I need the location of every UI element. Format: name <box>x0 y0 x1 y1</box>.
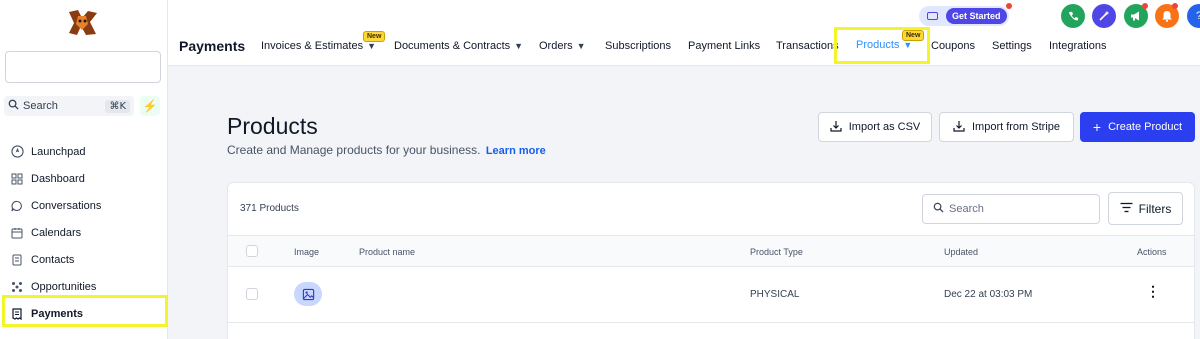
tab-settings[interactable]: Settings <box>992 40 1032 52</box>
select-all-checkbox[interactable] <box>246 245 258 257</box>
sidebar-item-launchpad[interactable]: Launchpad <box>0 138 168 165</box>
table-header: Image Product name Product Type Updated … <box>228 235 1194 267</box>
column-header-updated[interactable]: Updated <box>944 247 978 257</box>
page-title: Payments <box>179 38 246 54</box>
tab-payment-links[interactable]: Payment Links <box>688 40 760 52</box>
tab-label: Transactions <box>776 40 839 52</box>
filters-button[interactable]: Filters <box>1108 192 1183 225</box>
column-header-product-name[interactable]: Product name <box>359 247 415 257</box>
plus-icon: + <box>1092 119 1102 135</box>
magic-wand-icon[interactable] <box>1092 4 1116 28</box>
import-csv-button[interactable]: Import as CSV <box>818 112 932 142</box>
sidebar: Search ⌘K ⚡ Launchpad Dashboard Conversa… <box>0 0 168 339</box>
company-logo[interactable] <box>66 8 100 38</box>
tab-orders[interactable]: Orders ▼ <box>539 40 586 52</box>
sidebar-search[interactable]: Search ⌘K <box>4 96 134 116</box>
sidebar-item-label: Launchpad <box>31 145 86 158</box>
sidebar-item-label: Contacts <box>31 253 75 266</box>
search-icon <box>933 202 944 216</box>
phone-icon[interactable] <box>1061 4 1085 28</box>
sidebar-item-label: Conversations <box>31 199 102 212</box>
import-icon <box>830 120 842 135</box>
tab-subscriptions[interactable]: Subscriptions <box>605 40 671 52</box>
contacts-icon <box>10 253 24 267</box>
sidebar-search-label: Search <box>23 100 58 112</box>
quick-actions-bolt-icon[interactable]: ⚡ <box>140 96 160 116</box>
product-type-cell: PHYSICAL <box>750 289 800 300</box>
chat-icon <box>10 199 24 213</box>
create-product-label: Create Product <box>1108 121 1183 133</box>
updated-cell: Dec 22 at 03:03 PM <box>944 289 1033 300</box>
chevron-down-icon: ▼ <box>576 41 586 51</box>
main-title: Products <box>227 113 318 139</box>
sidebar-item-calendars[interactable]: Calendars <box>0 219 168 246</box>
products-search-input[interactable]: Search <box>922 194 1100 224</box>
tab-label: Payment Links <box>688 40 761 52</box>
card-icon <box>927 12 938 20</box>
tab-invoices-estimates[interactable]: Invoices & Estimates ▼ <box>261 40 376 52</box>
sidebar-item-label: Opportunities <box>31 280 97 293</box>
highlight-box-products <box>834 27 930 64</box>
column-header-product-type[interactable]: Product Type <box>750 247 803 257</box>
get-started-button[interactable]: Get Started <box>946 8 1007 24</box>
tab-label: Documents & Contracts <box>394 40 511 52</box>
product-count: 371 Products <box>240 203 299 214</box>
tab-coupons[interactable]: Coupons <box>931 40 975 52</box>
sidebar-item-label: Dashboard <box>31 172 85 185</box>
tab-label: Settings <box>992 40 1032 52</box>
search-shortcut: ⌘K <box>105 99 130 113</box>
grid-icon <box>10 172 24 186</box>
search-icon <box>8 99 19 113</box>
column-header-actions: Actions <box>1137 247 1167 257</box>
import-csv-label: Import as CSV <box>848 121 921 133</box>
sidebar-item-label: Calendars <box>31 226 82 239</box>
subtitle-text: Create and Manage products for your busi… <box>227 143 481 157</box>
location-switcher[interactable] <box>5 51 161 83</box>
row-checkbox[interactable] <box>246 288 258 300</box>
sidebar-item-conversations[interactable]: Conversations <box>0 192 168 219</box>
sidebar-item-dashboard[interactable]: Dashboard <box>0 165 168 192</box>
tab-label: Orders <box>539 40 573 52</box>
calendar-icon <box>10 226 24 240</box>
notification-dot <box>1142 3 1148 9</box>
main-subtitle: Create and Manage products for your busi… <box>227 143 546 157</box>
create-product-button[interactable]: + Create Product <box>1080 112 1195 142</box>
products-table-card: 371 Products Search Filters Image Produc… <box>227 182 1195 339</box>
sidebar-item-contacts[interactable]: Contacts <box>0 246 168 273</box>
filter-icon <box>1120 202 1133 216</box>
more-actions-icon[interactable]: ⋮ <box>1146 283 1160 300</box>
filters-label: Filters <box>1138 201 1172 216</box>
tab-label: Subscriptions <box>605 40 672 52</box>
learn-more-link[interactable]: Learn more <box>486 145 546 157</box>
get-started-widget[interactable]: Get Started <box>919 6 1009 26</box>
column-header-image: Image <box>294 247 320 257</box>
notification-dot <box>1172 3 1178 9</box>
import-stripe-button[interactable]: Import from Stripe <box>939 112 1074 142</box>
table-row[interactable]: PHYSICAL Dec 22 at 03:03 PM ⋮ <box>228 267 1194 323</box>
top-nav: Payments Invoices & Estimates ▼ New Docum… <box>168 0 1200 66</box>
tab-documents-contracts[interactable]: Documents & Contracts ▼ <box>394 40 523 52</box>
image-placeholder-icon <box>294 282 322 306</box>
chevron-down-icon: ▼ <box>367 41 377 51</box>
tab-label: Invoices & Estimates <box>261 40 364 52</box>
tab-transactions[interactable]: Transactions <box>776 40 839 52</box>
opportunities-icon <box>10 280 24 294</box>
import-icon <box>953 120 965 135</box>
chevron-down-icon: ▼ <box>514 41 524 51</box>
import-stripe-label: Import from Stripe <box>971 121 1061 133</box>
new-badge: New <box>363 31 386 42</box>
notification-dot <box>1006 3 1012 9</box>
highlight-box-payments <box>2 295 168 327</box>
tab-integrations[interactable]: Integrations <box>1049 40 1106 52</box>
tab-label: Integrations <box>1049 40 1107 52</box>
search-placeholder: Search <box>949 203 984 215</box>
tab-label: Coupons <box>931 40 976 52</box>
rocket-icon <box>10 145 24 159</box>
